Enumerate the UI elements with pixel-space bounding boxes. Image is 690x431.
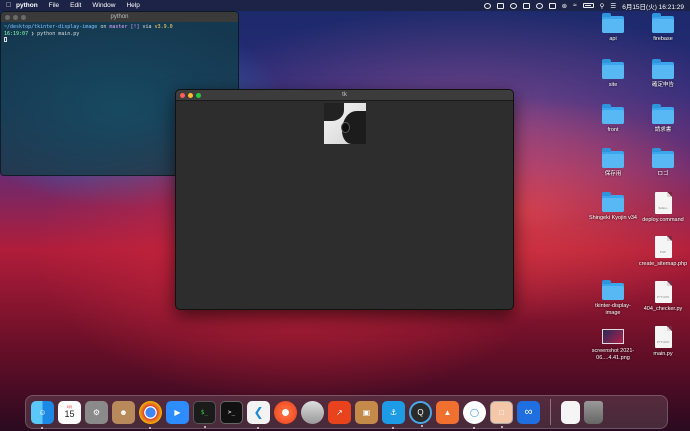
terminal-title: python	[110, 14, 129, 20]
terminal-window-controls	[5, 15, 26, 20]
desktop-file-screenshot[interactable]: screenshot 2021-06....4.41.png	[588, 327, 638, 362]
zoom-icon[interactable]: ▶	[166, 400, 189, 424]
terminal-cursor	[4, 37, 7, 42]
menu-app-name[interactable]: python	[16, 2, 38, 9]
image-thumbnail-icon	[602, 329, 624, 344]
status-icon-2[interactable]	[496, 2, 504, 9]
status-icon-5[interactable]	[535, 2, 543, 9]
preview-icon[interactable]: □	[490, 400, 513, 428]
desktop-folder-tkinter[interactable]: tkinter-display-image	[588, 280, 638, 317]
folder-icon	[652, 13, 674, 33]
search-icon[interactable]: ⚲	[600, 2, 605, 10]
wifi-icon[interactable]: ≈	[573, 2, 577, 9]
status-icon-6[interactable]	[548, 2, 556, 9]
folder-icon	[602, 104, 624, 124]
archive-icon[interactable]: ▣	[355, 400, 378, 424]
file-icon: PHP	[654, 236, 672, 258]
control-center-icon[interactable]: ☰	[610, 2, 616, 10]
terminal-cursor-line	[4, 37, 235, 45]
desktop-folder-logo[interactable]: ロゴ	[638, 148, 688, 178]
dock: ☺ 6月 15 ⚙ ☻ ▶ $_ >_ ❮ ↗ ▣ ⚓ Q ▲ ◯ □ ∞	[25, 395, 668, 429]
docker-icon[interactable]: ⚓	[382, 400, 405, 429]
desktop-folder-tax[interactable]: 確定申告	[638, 59, 688, 89]
quicktime-icon[interactable]: Q	[409, 400, 432, 427]
charts-icon[interactable]: ↗	[328, 400, 351, 424]
desktop-folder-firebase[interactable]: firebase	[638, 13, 688, 43]
desktop-file-sitemap[interactable]: PHP create_sitemap.php	[638, 236, 688, 268]
displayed-image	[324, 103, 366, 144]
dock-separator	[550, 399, 551, 425]
apple-menu-icon[interactable]: 	[6, 2, 16, 9]
file-icon: PYTHON	[654, 281, 672, 303]
menu-window[interactable]: Window	[92, 2, 115, 9]
github-desktop-icon[interactable]: ◯	[463, 400, 486, 429]
folder-icon	[602, 192, 624, 212]
file-icon: PYTHON	[654, 326, 672, 348]
folder-icon	[602, 13, 624, 33]
menu-bar:  python File Edit Window Help ⊛ ≈ ⚲ ☰ 6…	[0, 0, 690, 11]
terminal-title-bar[interactable]: python	[1, 12, 238, 22]
status-icon-4[interactable]	[522, 2, 530, 9]
close-button[interactable]	[180, 93, 185, 98]
folder-icon	[652, 104, 674, 124]
status-icon-1[interactable]	[483, 2, 491, 9]
terminal-alt-icon[interactable]: >_	[220, 400, 243, 424]
folder-icon	[602, 280, 624, 300]
desktop-file-deploy[interactable]: SHELL deploy.command	[638, 192, 688, 224]
infinity-icon[interactable]: ∞	[517, 400, 540, 424]
minimize-button[interactable]	[188, 93, 193, 98]
vscode-icon[interactable]: ❮	[247, 400, 270, 429]
tk-title: tk	[342, 92, 347, 98]
trash-icon[interactable]	[584, 400, 603, 424]
minimize-button[interactable]	[13, 15, 18, 20]
folder-icon	[602, 148, 624, 168]
terminal-output[interactable]: ~/desktop/tkinter-display-image on maste…	[1, 22, 238, 47]
folder-icon	[652, 148, 674, 168]
safari-icon[interactable]	[274, 400, 297, 424]
menubar-clock[interactable]: 6月15日(火) 16:21:29	[622, 1, 684, 11]
desktop-folder-invoice[interactable]: 請求書	[638, 104, 688, 134]
status-area: ⊛ ≈ ⚲ ☰ 6月15日(火) 16:21:29	[483, 1, 684, 11]
close-button[interactable]	[5, 15, 10, 20]
terminal-icon[interactable]: $_	[193, 400, 216, 428]
menu-edit[interactable]: Edit	[70, 2, 81, 9]
bluetooth-icon[interactable]: ⊛	[562, 2, 567, 10]
status-icon-3[interactable]	[509, 2, 517, 9]
desktop-folder-storage[interactable]: 保存用	[588, 148, 638, 178]
desktop-file-404-checker[interactable]: PYTHON 404_checker.py	[638, 281, 688, 313]
folder-icon	[602, 59, 624, 79]
tk-window[interactable]: tk	[175, 89, 514, 310]
sequel-icon[interactable]	[301, 400, 324, 424]
battery-icon[interactable]	[582, 3, 594, 8]
chrome-icon[interactable]	[139, 400, 162, 429]
menu-file[interactable]: File	[49, 2, 59, 9]
file-icon: SHELL	[654, 192, 672, 214]
zoom-button[interactable]	[21, 15, 26, 20]
tk-window-controls	[180, 93, 201, 98]
system-preferences-icon[interactable]: ⚙	[85, 400, 108, 424]
desktop-folder-api[interactable]: api	[588, 13, 638, 43]
desktop-folder-shingeki[interactable]: Shingeki Kyojin v34	[588, 192, 638, 222]
desktop-file-main[interactable]: PYTHON main.py	[638, 326, 688, 358]
tk-title-bar[interactable]: tk	[176, 90, 513, 101]
finder-icon[interactable]: ☺	[31, 400, 54, 429]
desktop-folder-front[interactable]: front	[588, 104, 638, 134]
sourcetree-icon[interactable]: ▲	[436, 400, 459, 424]
calendar-icon[interactable]: 6月 15	[58, 400, 81, 424]
document-icon[interactable]	[561, 400, 580, 424]
folder-icon	[652, 59, 674, 79]
contacts-icon[interactable]: ☻	[112, 400, 135, 424]
menu-help[interactable]: Help	[126, 2, 139, 9]
zoom-button[interactable]	[196, 93, 201, 98]
desktop-folder-site[interactable]: site	[588, 59, 638, 89]
